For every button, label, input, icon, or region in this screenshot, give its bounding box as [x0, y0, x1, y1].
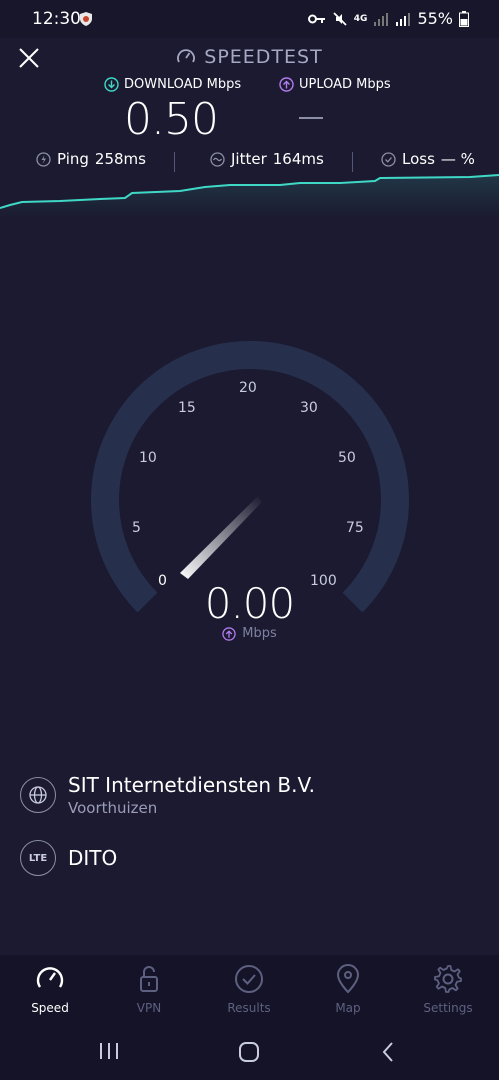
- loss-value: — %: [440, 150, 475, 168]
- speedometer-icon: [36, 967, 64, 988]
- lte-badge: LTE: [20, 840, 56, 876]
- bottom-navigation: Speed VPN Results Map Settings: [0, 955, 499, 1025]
- page-title: SPEEDTEST: [204, 46, 323, 68]
- mute-icon: [333, 11, 347, 26]
- ping-value: 258ms: [94, 150, 146, 168]
- download-legend: DOWNLOAD Mbps: [104, 77, 241, 92]
- nav-settings[interactable]: Settings: [408, 963, 488, 1015]
- battery-icon: [459, 10, 469, 27]
- gauge-label-15: 15: [178, 400, 196, 416]
- home-icon[interactable]: [238, 1041, 260, 1063]
- jitter-icon: [210, 151, 225, 167]
- jitter-value: 164ms: [272, 150, 324, 168]
- jitter-stat: Jitter 164ms: [210, 150, 324, 168]
- shield-notification-icon: [80, 12, 92, 26]
- nav-vpn[interactable]: VPN: [109, 963, 189, 1015]
- carrier-name: DITO: [68, 846, 118, 870]
- nav-label-vpn: VPN: [136, 1001, 162, 1015]
- header-title: SPEEDTEST: [0, 46, 499, 68]
- network-type: 4G: [353, 13, 368, 24]
- nav-map[interactable]: Map: [308, 963, 388, 1015]
- server-provider[interactable]: SIT Internetdiensten B.V. Voorthuizen: [20, 773, 315, 817]
- back-icon[interactable]: [380, 1041, 396, 1063]
- upload-legend: UPLOAD Mbps: [279, 77, 391, 92]
- gauge-label-50: 50: [338, 450, 356, 466]
- system-navigation-bar: [0, 1025, 499, 1080]
- upload-arrow-icon: [279, 77, 294, 92]
- gauge-label-20: 20: [239, 380, 257, 396]
- provider-location: Voorthuizen: [68, 799, 158, 817]
- ping-icon: [36, 151, 51, 167]
- nav-results[interactable]: Results: [209, 963, 289, 1015]
- carrier-info: LTE DITO: [20, 840, 117, 876]
- download-speed-graph: [0, 174, 499, 218]
- map-pin-icon: [336, 964, 360, 994]
- status-time: 12:30: [32, 9, 81, 29]
- gauge-label-75: 75: [346, 520, 364, 536]
- nav-label-speed: Speed: [31, 1001, 69, 1015]
- gauge-label-10: 10: [139, 450, 157, 466]
- signal-icon-1: [374, 12, 389, 26]
- graph-area: [0, 175, 499, 218]
- loss-stat: Loss — %: [381, 150, 475, 168]
- gauge-label-5: 5: [132, 520, 141, 536]
- status-bar: 12:30 4G 55%: [0, 0, 499, 38]
- nav-label-settings: Settings: [423, 1001, 473, 1015]
- speed-unit: Mbps: [0, 626, 499, 641]
- status-icons: 4G 55%: [307, 9, 469, 28]
- globe-icon: [29, 786, 47, 804]
- upload-arrow-icon: [222, 626, 236, 641]
- upload-value-placeholder: [299, 117, 323, 119]
- lte-badge-label: LTE: [28, 852, 48, 864]
- gear-icon: [434, 965, 462, 993]
- nav-speed[interactable]: Speed: [10, 963, 90, 1015]
- speedometer-icon: [177, 49, 196, 63]
- vpn-key-icon: [307, 14, 325, 23]
- upload-label: UPLOAD Mbps: [299, 77, 391, 92]
- ping-label: Ping: [57, 150, 89, 168]
- speed-unit-label: Mbps: [242, 626, 277, 641]
- check-circle-icon: [235, 965, 263, 993]
- nav-label-map: Map: [335, 1001, 361, 1015]
- signal-icon-2: [396, 12, 411, 26]
- loss-label: Loss: [402, 150, 435, 168]
- gauge-needle: [180, 496, 262, 579]
- download-arrow-icon: [104, 77, 119, 92]
- ping-stat: Ping 258ms: [36, 150, 146, 168]
- nav-label-results: Results: [227, 1001, 271, 1015]
- gauge-label-30: 30: [300, 400, 318, 416]
- battery-percent: 55%: [417, 9, 453, 28]
- unlock-icon: [140, 966, 158, 992]
- globe-icon: [20, 777, 56, 813]
- current-speed-value: 0.00: [204, 579, 296, 628]
- recent-apps-icon[interactable]: [98, 1041, 120, 1061]
- download-value: 0.50: [124, 94, 219, 145]
- loss-icon: [381, 151, 396, 167]
- provider-name: SIT Internetdiensten B.V.: [68, 773, 315, 797]
- jitter-label: Jitter: [231, 150, 267, 168]
- download-label: DOWNLOAD Mbps: [124, 77, 242, 92]
